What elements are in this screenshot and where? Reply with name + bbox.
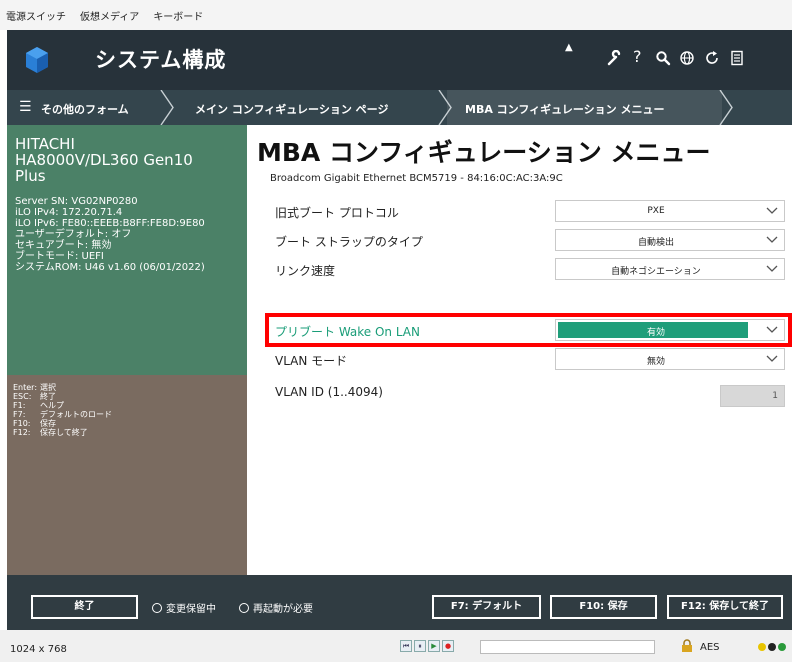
top-bar: システム構成 ▲ ?	[7, 30, 792, 90]
setting-bootstrap-type: ブート ストラップのタイプ 自動検出	[255, 229, 792, 253]
breadcrumb-item-main-config[interactable]: メイン コンフィギュレーション ページ	[195, 101, 388, 117]
play-icon[interactable]: ▶	[428, 640, 440, 652]
key-help-row: F1: ヘルプ	[13, 401, 64, 410]
key-help-panel: Enter: 選択 ESC: 終了 F1: ヘルプ F7: デフォルトのロード F10:…	[7, 375, 247, 575]
server-sn: Server SN: VG02NP0280	[15, 196, 138, 207]
wrench-icon[interactable]	[607, 50, 623, 66]
boot-mode: ブートモード: UEFI	[15, 251, 104, 262]
setting-legacy-boot-protocol: 旧式ブート プロトコル PXE	[255, 200, 792, 224]
pending-changes-indicator: 変更保留中	[152, 600, 216, 615]
footer-bar: 終了 変更保留中 再起動が必要 F7: デフォルト F10: 保存 F12: 保…	[7, 575, 792, 630]
f10-save-button[interactable]: F10: 保存	[550, 595, 657, 619]
radio-indicator-icon	[152, 602, 162, 613]
chevron-down-icon	[766, 265, 778, 272]
breadcrumb-separator-icon	[719, 90, 733, 125]
key-help-row: F7: デフォルトのロード	[13, 410, 112, 419]
progress-bar	[480, 640, 655, 654]
exit-button[interactable]: 終了	[31, 595, 138, 619]
key-help-row: F12: 保存して終了	[13, 428, 88, 437]
breadcrumb-item-other-forms[interactable]: その他のフォーム	[41, 101, 129, 117]
status-light-icon	[778, 643, 786, 651]
breadcrumb-item-mba-config[interactable]: MBA コンフィギュレーション メニュー	[465, 101, 665, 117]
setting-vlan-mode: VLAN モード 無効	[255, 348, 792, 372]
menu-power-switch[interactable]: 電源スイッチ	[6, 8, 66, 23]
key-help-row: Enter: 選択	[13, 383, 56, 392]
key-help-row: F10: 保存	[13, 419, 56, 428]
skip-back-icon[interactable]: ⏮	[400, 640, 412, 652]
resolution-readout: 1024 x 768	[10, 644, 67, 655]
globe-icon[interactable]	[679, 50, 695, 66]
menu-bar: 電源スイッチ 仮想メディア キーボード	[0, 0, 792, 30]
user-default: ユーザーデフォルト: オフ	[15, 229, 132, 240]
setting-link-speed: リンク速度 自動ネゴシエーション	[255, 258, 792, 282]
breadcrumb: ☰ その他のフォーム メイン コンフィギュレーション ページ MBA コンフィギ…	[7, 90, 792, 125]
nic-description: Broadcom Gigabit Ethernet BCM5719 - 84:1…	[270, 173, 563, 184]
mouse-cursor-icon: ▲	[565, 42, 573, 53]
console-frame: システム構成 ▲ ? ☰ その他のフォーム メイン コンフィギュレーション ペー…	[7, 30, 792, 630]
page-title: システム構成	[95, 48, 227, 72]
radio-indicator-icon	[239, 602, 249, 613]
menu-virtual-media[interactable]: 仮想メディア	[80, 8, 139, 23]
record-icon[interactable]: ●	[442, 640, 454, 652]
breadcrumb-separator-icon	[160, 90, 174, 125]
media-controls: ⏮ ⏸ ▶ ●	[400, 640, 454, 652]
main-content: MBA コンフィギュレーション メニュー Broadcom Gigabit Et…	[255, 125, 792, 575]
system-info-panel: HITACHI HA8000V/DL360 Gen10 Plus Server …	[7, 125, 247, 375]
ilo-ipv6: iLO IPv6: FE80::EEEB:B8FF:FE8D:9E80	[15, 218, 205, 229]
legacy-boot-protocol-select[interactable]: PXE	[555, 200, 785, 222]
status-light-icon	[768, 643, 776, 651]
secure-boot: セキュアブート: 無効	[15, 240, 112, 251]
bootstrap-type-select[interactable]: 自動検出	[555, 229, 785, 251]
ilo-ipv4: iLO IPv4: 172.20.71.4	[15, 207, 123, 218]
encryption-label: AES	[700, 642, 720, 653]
menu-keyboard[interactable]: キーボード	[153, 8, 203, 23]
pause-icon[interactable]: ⏸	[414, 640, 426, 652]
server-model: HITACHI HA8000V/DL360 Gen10 Plus	[15, 135, 193, 185]
system-rom: システムROM: U46 v1.60 (06/01/2022)	[15, 262, 205, 273]
search-icon[interactable]	[655, 50, 671, 66]
document-icon[interactable]	[729, 50, 745, 66]
breadcrumb-separator-icon	[438, 90, 452, 125]
setting-vlan-id: VLAN ID (1..4094)	[275, 385, 383, 399]
f12-save-exit-button[interactable]: F12: 保存して終了	[667, 595, 783, 619]
chevron-down-icon	[766, 355, 778, 362]
reboot-required-indicator: 再起動が必要	[239, 600, 313, 615]
vlan-id-input[interactable]: 1	[720, 385, 785, 407]
lock-icon	[682, 639, 692, 652]
hexagon-logo-icon	[26, 47, 48, 73]
section-heading: MBA コンフィギュレーション メニュー	[257, 138, 711, 167]
key-help-row: ESC: 終了	[13, 392, 56, 401]
refresh-icon[interactable]	[704, 50, 720, 66]
status-bar: 1024 x 768 ⏮ ⏸ ▶ ● AES	[0, 630, 792, 662]
menu-icon[interactable]: ☰	[19, 99, 32, 115]
status-lights	[758, 643, 786, 651]
vlan-mode-select[interactable]: 無効	[555, 348, 785, 370]
status-light-icon	[758, 643, 766, 651]
chevron-down-icon	[766, 236, 778, 243]
f7-default-button[interactable]: F7: デフォルト	[432, 595, 541, 619]
chevron-down-icon	[766, 207, 778, 214]
link-speed-select[interactable]: 自動ネゴシエーション	[555, 258, 785, 280]
help-icon[interactable]: ?	[633, 47, 642, 66]
